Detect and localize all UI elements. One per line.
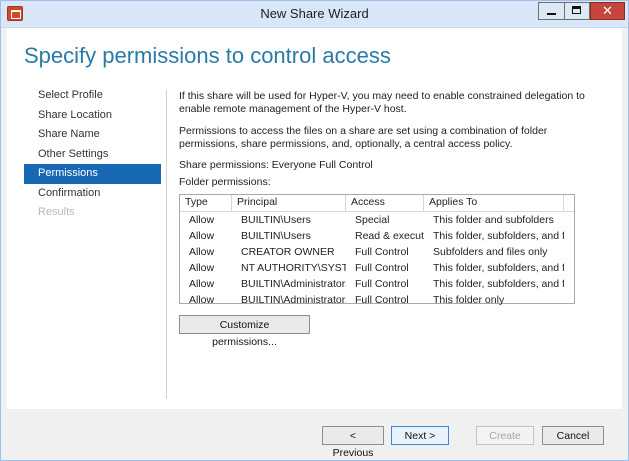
table-header: Type Principal Access Applies To (180, 195, 574, 212)
maximize-icon (572, 6, 581, 14)
previous-button[interactable]: < Previous (322, 426, 384, 459)
minimize-button[interactable] (538, 2, 564, 20)
column-header-access[interactable]: Access (346, 195, 424, 211)
cell-access: Special (355, 214, 390, 226)
cell-type: Allow (189, 262, 215, 274)
page-title: Specify permissions to control access (24, 43, 391, 68)
nav-item-share-name[interactable]: Share Name (24, 125, 161, 145)
nav-item-other-settings[interactable]: Other Settings (24, 145, 161, 165)
cell-access: Read & execute (355, 230, 424, 242)
wizard-window: New Share Wizard ✕ Specify permissions t… (0, 0, 629, 461)
table-row[interactable]: Allow NT AUTHORITY\SYSTEM Full Control T… (180, 260, 574, 276)
table-row[interactable]: Allow BUILTIN\Administrators Full Contro… (180, 276, 574, 292)
intro-text: If this share will be used for Hyper-V, … (179, 90, 585, 115)
cancel-button[interactable]: Cancel (542, 426, 604, 445)
cell-principal: BUILTIN\Users (241, 230, 311, 242)
nav-item-permissions[interactable]: Permissions (24, 164, 161, 184)
share-permissions-text: Share permissions: Everyone Full Control (179, 159, 373, 171)
table-row[interactable]: Allow BUILTIN\Administrators Full Contro… (180, 292, 574, 308)
description-text: Permissions to access the files on a sha… (179, 125, 548, 150)
cell-applies-to: This folder only (433, 294, 505, 306)
wizard-nav: Select Profile Share Location Share Name… (24, 86, 161, 223)
nav-item-share-location[interactable]: Share Location (24, 106, 161, 126)
cell-applies-to: This folder, subfolders, and files (433, 262, 564, 274)
table-row[interactable]: Allow CREATOR OWNER Full Control Subfold… (180, 244, 574, 260)
cell-type: Allow (189, 214, 215, 226)
cell-applies-to: This folder, subfolders, and files (433, 278, 564, 290)
cell-principal: BUILTIN\Administrators (241, 278, 346, 290)
maximize-button[interactable] (564, 2, 590, 20)
next-button[interactable]: Next > (391, 426, 449, 445)
cell-type: Allow (189, 278, 215, 290)
cell-applies-to: Subfolders and files only (433, 246, 548, 258)
column-header-principal[interactable]: Principal (232, 195, 346, 211)
cell-principal: BUILTIN\Administrators (241, 294, 346, 306)
folder-permissions-label: Folder permissions: (179, 176, 271, 188)
customize-permissions-button[interactable]: Customize permissions... (179, 315, 310, 348)
cell-type: Allow (189, 246, 215, 258)
table-row[interactable]: Allow BUILTIN\Users Special This folder … (180, 212, 574, 228)
cell-access: Full Control (355, 262, 409, 274)
nav-item-results: Results (38, 206, 75, 218)
nav-divider (166, 90, 167, 399)
cell-access: Full Control (355, 278, 409, 290)
title-bar[interactable]: New Share Wizard ✕ (1, 1, 628, 28)
cell-principal: CREATOR OWNER (241, 246, 335, 258)
minimize-icon (547, 13, 556, 15)
cell-principal: BUILTIN\Users (241, 214, 311, 226)
column-header-applies-to[interactable]: Applies To (424, 195, 564, 211)
cell-type: Allow (189, 230, 215, 242)
cell-principal: NT AUTHORITY\SYSTEM (241, 262, 346, 274)
cell-applies-to: This folder, subfolders, and files (433, 230, 564, 242)
table-row[interactable]: Allow BUILTIN\Users Read & execute This … (180, 228, 574, 244)
cell-applies-to: This folder and subfolders (433, 214, 554, 226)
close-button[interactable]: ✕ (590, 2, 625, 20)
wizard-footer: < Previous Next > Create Cancel (1, 409, 628, 460)
cell-access: Full Control (355, 294, 409, 306)
create-button: Create (476, 426, 534, 445)
main-panel: If this share will be used for Hyper-V, … (179, 90, 609, 188)
close-icon: ✕ (602, 3, 613, 18)
column-header-type[interactable]: Type (180, 195, 232, 211)
wizard-content: Specify permissions to control access Se… (7, 28, 622, 409)
permissions-table[interactable]: Type Principal Access Applies To Allow B… (179, 194, 575, 306)
window-title: New Share Wizard (260, 6, 369, 21)
cell-access: Full Control (355, 246, 409, 258)
cell-type: Allow (189, 294, 215, 306)
nav-item-select-profile[interactable]: Select Profile (24, 86, 161, 106)
nav-item-confirmation[interactable]: Confirmation (24, 184, 161, 204)
